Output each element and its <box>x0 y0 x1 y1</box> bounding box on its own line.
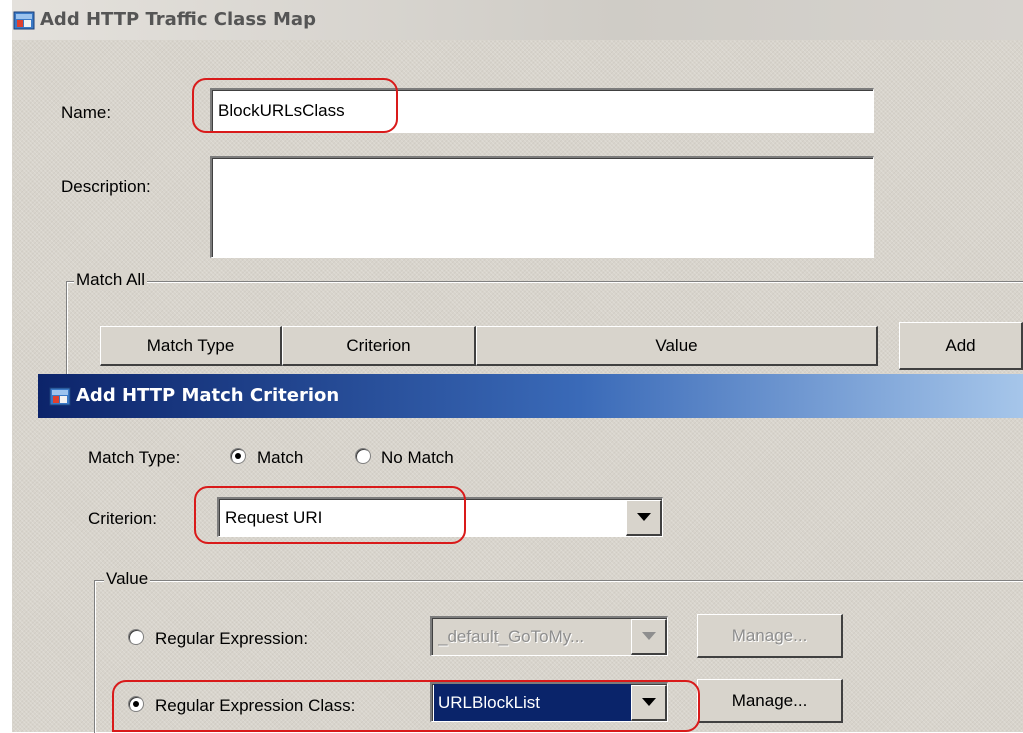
regex-radio[interactable] <box>128 629 144 645</box>
description-input[interactable] <box>210 156 874 258</box>
radio-selected-dot <box>235 453 241 459</box>
regex-value: _default_GoToMy... <box>438 626 585 646</box>
regex-class-value: URLBlockList <box>434 684 631 721</box>
add-button[interactable]: Add <box>899 322 1023 370</box>
name-label: Name: <box>61 103 112 122</box>
regex-class-radio[interactable] <box>128 696 144 712</box>
radio-selected-dot <box>133 701 139 707</box>
name-input-value: BlockURLsClass <box>218 101 345 120</box>
name-input[interactable]: BlockURLsClass <box>210 88 874 133</box>
criterion-label: Criterion: <box>88 509 157 528</box>
column-header-criterion[interactable]: Criterion <box>282 326 476 366</box>
regex-radio-label[interactable]: Regular Expression: <box>155 629 308 649</box>
criteria-table-header: Match Type Criterion Value <box>100 326 878 366</box>
column-header-value[interactable]: Value <box>476 326 878 366</box>
inner-dialog-title: Add HTTP Match Criterion <box>76 385 340 406</box>
match-radio-label[interactable]: Match <box>257 448 303 468</box>
asdm-app-icon <box>13 11 35 30</box>
criterion-value: Request URI <box>225 507 323 527</box>
outer-dialog-titlebar[interactable]: Add HTTP Traffic Class Map <box>12 0 1023 40</box>
asdm-app-icon <box>49 387 71 406</box>
match-type-label: Match Type: <box>88 448 181 467</box>
regex-class-radio-label[interactable]: Regular Expression Class: <box>155 696 355 716</box>
regex-combobox[interactable]: _default_GoToMy... <box>430 616 668 656</box>
outer-dialog-title: Add HTTP Traffic Class Map <box>40 9 316 30</box>
value-group-label: Value <box>104 569 151 589</box>
description-label: Description: <box>61 177 151 196</box>
match-radio[interactable] <box>230 448 246 464</box>
match-all-group-label: Match All <box>74 270 147 290</box>
regex-manage-button[interactable]: Manage... <box>697 614 843 658</box>
chevron-down-icon[interactable] <box>626 499 662 536</box>
chevron-down-icon[interactable] <box>631 618 667 655</box>
regex-class-manage-button[interactable]: Manage... <box>697 679 843 723</box>
criterion-combobox[interactable]: Request URI <box>217 497 663 537</box>
inner-dialog-titlebar[interactable]: Add HTTP Match Criterion <box>38 374 1023 418</box>
chevron-down-icon[interactable] <box>631 684 667 721</box>
regex-class-combobox[interactable]: URLBlockList <box>430 682 668 722</box>
no-match-radio[interactable] <box>355 448 371 464</box>
column-header-match-type[interactable]: Match Type <box>100 326 282 366</box>
no-match-radio-label[interactable]: No Match <box>381 448 454 468</box>
